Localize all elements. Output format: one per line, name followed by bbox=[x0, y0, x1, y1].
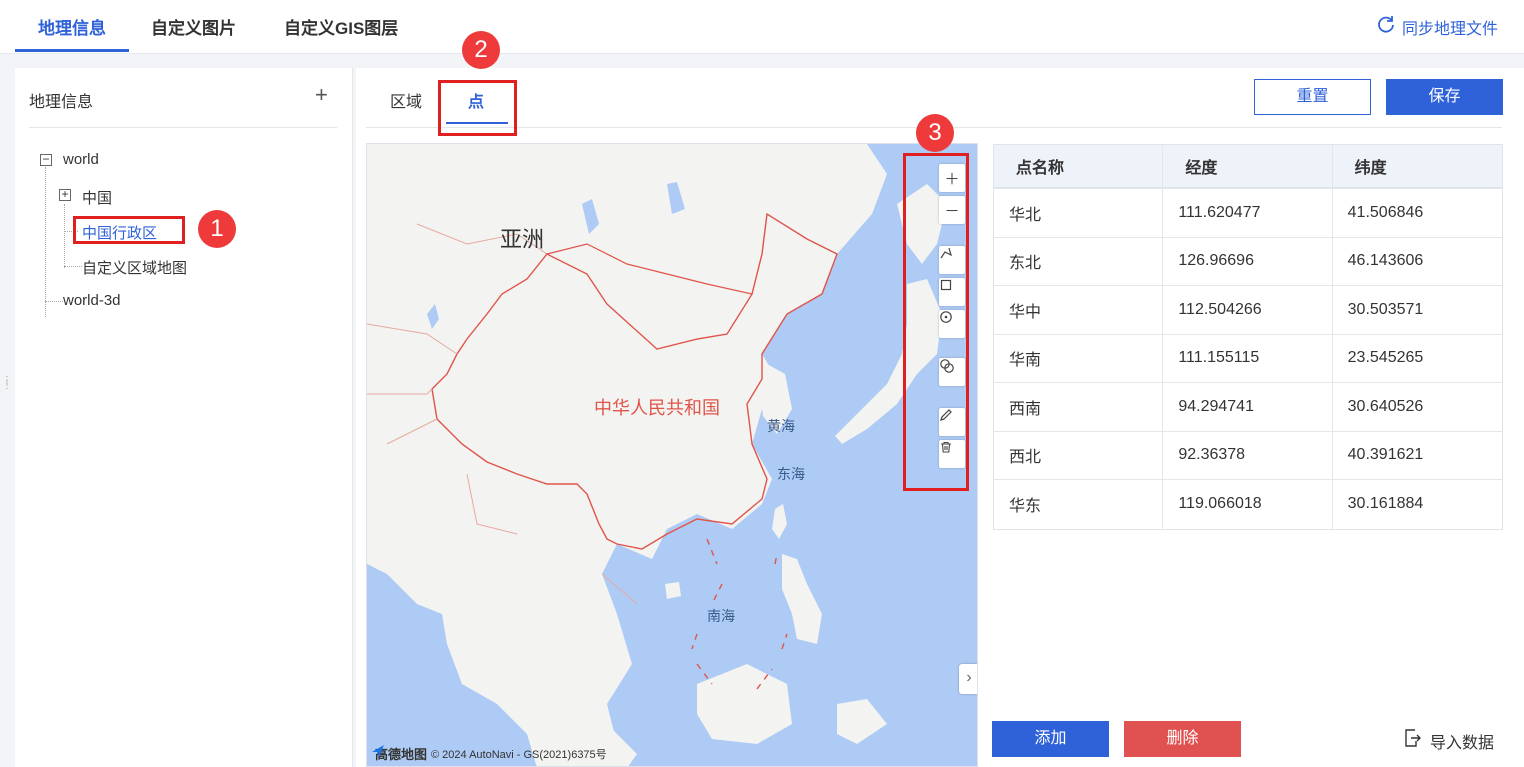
tree-line bbox=[64, 266, 82, 267]
sync-label: 同步地理文件 bbox=[1401, 20, 1498, 38]
expand-icon[interactable]: + bbox=[59, 188, 71, 201]
map-base bbox=[367, 144, 947, 766]
points-table: 点名称 经度 纬度 华北 111.620477 41.506846 东北 126… bbox=[993, 144, 1503, 530]
latitude-cell[interactable]: 46.143606 bbox=[1333, 238, 1502, 286]
map-label-east-sea: 东海 bbox=[777, 466, 805, 482]
main-panel: 区域 点 2 重置 保存 亚洲 中华人民共和国 黄海 东海 南海 ＋ － › 高… bbox=[356, 31, 1524, 767]
highlight-box-3 bbox=[903, 153, 969, 491]
table-row[interactable]: 华东 119.066018 30.161884 bbox=[994, 480, 1502, 529]
highlight-box-1 bbox=[73, 216, 185, 244]
longitude-cell[interactable]: 112.504266 bbox=[1163, 286, 1333, 334]
tree-item-china[interactable]: 中国 bbox=[82, 187, 112, 208]
longitude-cell[interactable]: 126.96696 bbox=[1163, 237, 1333, 285]
reset-button[interactable]: 重置 bbox=[1254, 79, 1371, 115]
top-tab-bar: 地理信息 自定义图片 自定义GIS图层 同步地理文件 bbox=[0, 0, 1524, 54]
tab-region[interactable]: 区域 bbox=[390, 88, 422, 112]
table-row[interactable]: 东北 126.96696 46.143606 bbox=[994, 237, 1502, 286]
point-name-cell[interactable]: 西北 bbox=[994, 431, 1164, 479]
refresh-icon bbox=[1376, 14, 1396, 39]
map-label-south-sea: 南海 bbox=[707, 608, 735, 624]
point-name-cell[interactable]: 华南 bbox=[994, 334, 1164, 382]
longitude-cell[interactable]: 94.294741 bbox=[1163, 383, 1333, 431]
add-icon[interactable]: + bbox=[315, 82, 328, 108]
add-button[interactable]: 添加 bbox=[992, 721, 1109, 757]
longitude-cell[interactable]: 111.620477 bbox=[1163, 189, 1333, 237]
latitude-cell[interactable]: 40.391621 bbox=[1333, 432, 1502, 480]
longitude-cell[interactable]: 111.155115 bbox=[1163, 334, 1333, 382]
annotation-badge-1: 1 bbox=[198, 210, 236, 248]
import-icon bbox=[1402, 728, 1422, 753]
tab-geo-info[interactable]: 地理信息 bbox=[38, 14, 106, 39]
latitude-cell[interactable]: 41.506846 bbox=[1333, 189, 1502, 237]
highlight-box-2 bbox=[438, 80, 517, 136]
tree-line bbox=[45, 167, 46, 317]
table-header: 点名称 经度 纬度 bbox=[994, 145, 1502, 189]
map-attribution: 高德地图 © 2024 AutoNavi - GS(2021)6375号 bbox=[371, 744, 607, 763]
splitter-handle[interactable]: ⋮⋮ bbox=[2, 376, 12, 396]
point-name-cell[interactable]: 华东 bbox=[994, 480, 1164, 529]
chevron-right-icon[interactable]: › bbox=[959, 664, 977, 694]
delete-button[interactable]: 删除 bbox=[1124, 721, 1241, 757]
import-data-button[interactable]: 导入数据 bbox=[1402, 728, 1494, 753]
panel-title: 地理信息 bbox=[29, 94, 94, 111]
point-name-cell[interactable]: 东北 bbox=[994, 237, 1164, 285]
collapse-icon[interactable]: − bbox=[40, 153, 52, 166]
tree-item-world-3d[interactable]: world-3d bbox=[63, 292, 121, 309]
latitude-cell[interactable]: 30.161884 bbox=[1333, 480, 1502, 529]
tree-line bbox=[64, 204, 65, 268]
table-row[interactable]: 华北 111.620477 41.506846 bbox=[994, 189, 1502, 238]
longitude-cell[interactable]: 119.066018 bbox=[1163, 480, 1333, 529]
table-row[interactable]: 华南 111.155115 23.545265 bbox=[994, 334, 1502, 383]
point-name-cell[interactable]: 西南 bbox=[994, 383, 1164, 431]
tree-item-world[interactable]: world bbox=[63, 151, 99, 168]
tab-custom-image[interactable]: 自定义图片 bbox=[151, 14, 236, 39]
sync-geo-file-button[interactable]: 同步地理文件 bbox=[1376, 14, 1498, 39]
map-label-china: 中华人民共和国 bbox=[594, 398, 720, 418]
tab-custom-gis-layer[interactable]: 自定义GIS图层 bbox=[284, 14, 398, 39]
annotation-badge-2: 2 bbox=[462, 31, 500, 69]
latitude-cell[interactable]: 30.503571 bbox=[1333, 286, 1502, 334]
tree-line bbox=[45, 301, 63, 302]
table-row[interactable]: 西南 94.294741 30.640526 bbox=[994, 383, 1502, 432]
tree-item-custom-region-map[interactable]: 自定义区域地图 bbox=[82, 257, 187, 278]
table-row[interactable]: 华中 112.504266 30.503571 bbox=[994, 286, 1502, 335]
geo-tree-panel: 地理信息 + − world + 中国 中国行政区 1 自定义区域地图 worl… bbox=[15, 68, 353, 767]
attribution-text: © 2024 AutoNavi - GS(2021)6375号 bbox=[431, 748, 607, 761]
column-header: 经度 bbox=[1163, 145, 1333, 187]
save-button[interactable]: 保存 bbox=[1386, 79, 1503, 115]
latitude-cell[interactable]: 23.545265 bbox=[1333, 335, 1502, 383]
annotation-badge-3: 3 bbox=[916, 114, 954, 152]
column-header: 纬度 bbox=[1354, 160, 1387, 177]
map-view[interactable]: 亚洲 中华人民共和国 黄海 东海 南海 ＋ － › 高德地图 © 2024 Au… bbox=[366, 143, 978, 767]
map-label-asia: 亚洲 bbox=[500, 227, 545, 252]
longitude-cell[interactable]: 92.36378 bbox=[1163, 431, 1333, 479]
table-row[interactable]: 西北 92.36378 40.391621 bbox=[994, 431, 1502, 480]
active-tab-indicator bbox=[15, 49, 129, 52]
import-label: 导入数据 bbox=[1430, 734, 1495, 752]
map-label-yellow-sea: 黄海 bbox=[767, 418, 795, 434]
point-name-cell[interactable]: 华中 bbox=[994, 286, 1164, 334]
divider bbox=[29, 127, 337, 128]
column-header: 点名称 bbox=[994, 145, 1164, 187]
latitude-cell[interactable]: 30.640526 bbox=[1333, 383, 1502, 431]
point-name-cell[interactable]: 华北 bbox=[994, 189, 1164, 237]
